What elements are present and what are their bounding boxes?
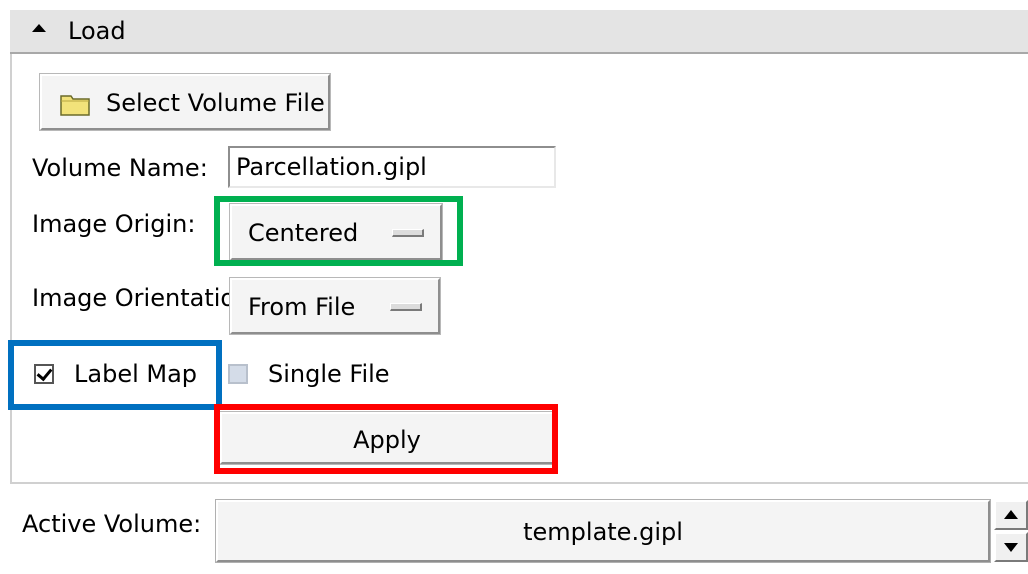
option-menu-indicator-icon — [390, 303, 422, 311]
spin-up-button[interactable] — [994, 500, 1028, 530]
image-origin-value: Centered — [248, 219, 359, 247]
arrow-down-icon — [1004, 543, 1018, 552]
active-volume-selector[interactable]: template.gipl — [216, 500, 990, 562]
image-origin-dropdown[interactable]: Centered — [230, 204, 442, 260]
image-orientation-label-clip: Image Orientatio — [32, 284, 230, 316]
section-title: Load — [68, 17, 126, 45]
apply-label: Apply — [353, 426, 421, 454]
label-map-checkbox[interactable] — [34, 364, 54, 384]
active-volume-spinner[interactable] — [994, 500, 1028, 562]
image-orientation-label: Image Orientatio — [32, 284, 230, 312]
label-map-label[interactable]: Label Map — [74, 360, 197, 388]
arrow-up-icon — [1004, 510, 1018, 519]
volume-name-label: Volume Name: — [32, 154, 208, 182]
select-volume-file-button[interactable]: Select Volume File — [40, 74, 330, 130]
active-volume-label: Active Volume: — [22, 510, 202, 538]
spin-down-button[interactable] — [994, 532, 1028, 562]
active-volume-value: template.gipl — [523, 518, 683, 546]
image-orientation-value: From File — [248, 293, 356, 321]
select-volume-file-label: Select Volume File — [106, 89, 325, 117]
volume-name-input[interactable] — [228, 146, 556, 188]
single-file-checkbox[interactable] — [228, 364, 248, 384]
folder-icon — [60, 95, 90, 116]
load-module-panel: Load Select Volume File Volume Name: Ima… — [0, 0, 1028, 574]
apply-button[interactable]: Apply — [220, 412, 554, 464]
option-menu-indicator-icon — [392, 229, 424, 237]
image-origin-label: Image Origin: — [32, 210, 196, 238]
single-file-label[interactable]: Single File — [268, 360, 390, 388]
collapse-triangle-icon[interactable] — [32, 24, 46, 32]
image-orientation-dropdown[interactable]: From File — [230, 278, 440, 334]
load-section-header[interactable]: Load — [10, 10, 1028, 54]
